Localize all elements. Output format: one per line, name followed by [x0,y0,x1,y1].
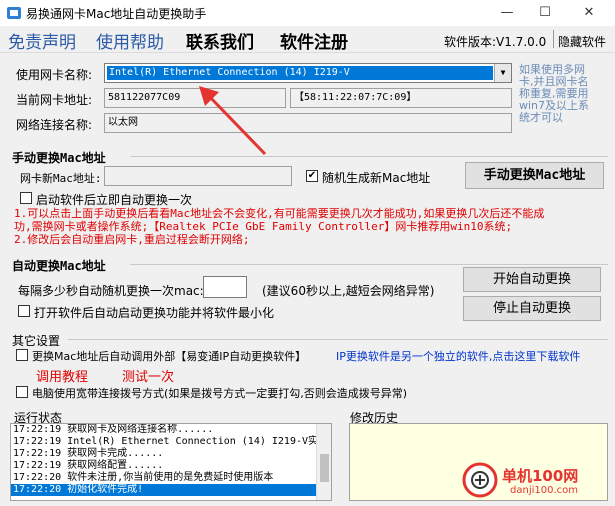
dialup-label: 电脑使用宽带连接拨号方式(如果是拨号方式一定要打勾,否则会造成拨号异常) [32,387,408,400]
manual-section-title: 手动更换Mac地址 [12,151,106,165]
adapter-hint: 如果使用多网 卡,并且网卡名 称重复,需要用 win7及以上系 统才可以 [519,64,611,124]
watermark-brand: 单机100网 [502,467,579,485]
ipchange-download-link[interactable]: IP更换软件是另一个独立的软件,点击这里下载软件 [336,348,580,364]
log-line: 17:22:19 获取网络配置...... [13,460,164,471]
menu-divider [553,30,554,48]
menu-contact[interactable]: 联系我们 [186,28,254,53]
version-label: 软件版本:V1.7.0.0 [444,35,547,49]
hide-software-button[interactable]: 隐藏软件 [558,33,606,50]
log-scroll-thumb[interactable] [320,454,329,482]
hint-line: 统才可以 [519,111,563,124]
interval-hint: (建议60秒以上,越短会网络异常) [262,284,435,298]
adapter-name-label: 使用网卡名称: [16,68,93,82]
watermark-url: danji100.com [510,485,578,496]
adapter-selected-value: Intel(R) Ethernet Connection (14) I219-V [107,66,493,80]
auto-minimize-checkbox[interactable] [18,305,30,317]
manual-note-1: 1.可以点击上面手动更换后看看Mac地址会不会变化,有可能需要更换几次才能成功,… [14,207,545,220]
close-button[interactable]: ✕ [574,2,604,24]
auto-section-title: 自动更换Mac地址 [12,259,106,273]
ipchange-checkbox[interactable] [16,349,28,361]
log-line: 17:22:19 Intel(R) Ethernet Connection (1… [13,436,319,447]
stop-auto-button[interactable]: 停止自动更换 [463,296,601,321]
log-line: 17:22:19 获取网卡完成...... [13,448,164,459]
app-icon [7,7,21,19]
manual-note-3: 2.修改后会自动重启网卡,重启过程会断开网络; [14,233,250,246]
connection-name-field: 以太网 [104,113,512,133]
interval-input[interactable] [203,276,247,298]
log-scrollbar[interactable] [316,424,331,500]
window-title: 易换通网卡Mac地址自动更换助手 [26,7,207,21]
startup-change-label: 启动软件后立即自动更换一次 [36,193,193,207]
manual-change-button[interactable]: 手动更换Mac地址 [465,162,604,189]
arrow-annotation-icon [199,86,267,156]
other-group-border [68,339,608,340]
log-line: 17:22:19 获取网卡及网络连接名称...... [13,424,214,435]
manual-group-border [130,156,608,157]
interval-label: 每隔多少秒自动随机更换一次mac: [18,284,204,298]
new-mac-label: 网卡新Mac地址: [20,172,102,185]
current-mac-formatted: 【58:11:22:07:7C:09】 [290,88,512,108]
minimize-button[interactable]: — [492,2,522,24]
watermark-logo-icon [462,462,498,498]
menu-register[interactable]: 软件注册 [280,28,348,53]
menu-help[interactable]: 使用帮助 [96,28,164,53]
log-line-selected: 17:22:20 初始化软件完成! [11,484,331,496]
startup-change-checkbox[interactable] [20,192,32,204]
other-section-title: 其它设置 [12,334,61,348]
maximize-button[interactable]: ☐ [530,2,560,24]
auto-group-border [130,264,608,265]
new-mac-input[interactable] [104,166,292,186]
ipchange-label: 更换Mac地址后自动调用外部【易变通IP自动更换软件】 [32,350,307,363]
log-line: 17:22:20 软件未注册,你当前使用的是免费延时使用版本 [13,472,274,483]
test-once-link[interactable]: 测试一次 [122,366,174,385]
dialup-checkbox[interactable] [16,386,28,398]
auto-minimize-label: 打开软件后自动启动更换功能并将软件最小化 [34,306,275,320]
chevron-down-icon[interactable]: ▼ [494,64,511,82]
menu-disclaimer[interactable]: 免责声明 [8,28,76,53]
connection-name-label: 网络连接名称: [16,118,93,132]
log-list[interactable]: 17:22:19 获取网卡及网络连接名称...... 17:22:19 Inte… [10,423,332,501]
random-mac-checkbox[interactable]: ✔ [306,170,318,182]
random-mac-label: 随机生成新Mac地址 [322,171,431,185]
manual-note-2: 功,需换网卡或者操作系统;【Realtek PCIe GbE Family Co… [14,220,513,233]
tutorial-link[interactable]: 调用教程 [36,366,88,385]
adapter-select[interactable]: Intel(R) Ethernet Connection (14) I219-V… [104,63,512,83]
current-mac-label: 当前网卡地址: [16,93,93,107]
start-auto-button[interactable]: 开始自动更换 [463,267,601,292]
